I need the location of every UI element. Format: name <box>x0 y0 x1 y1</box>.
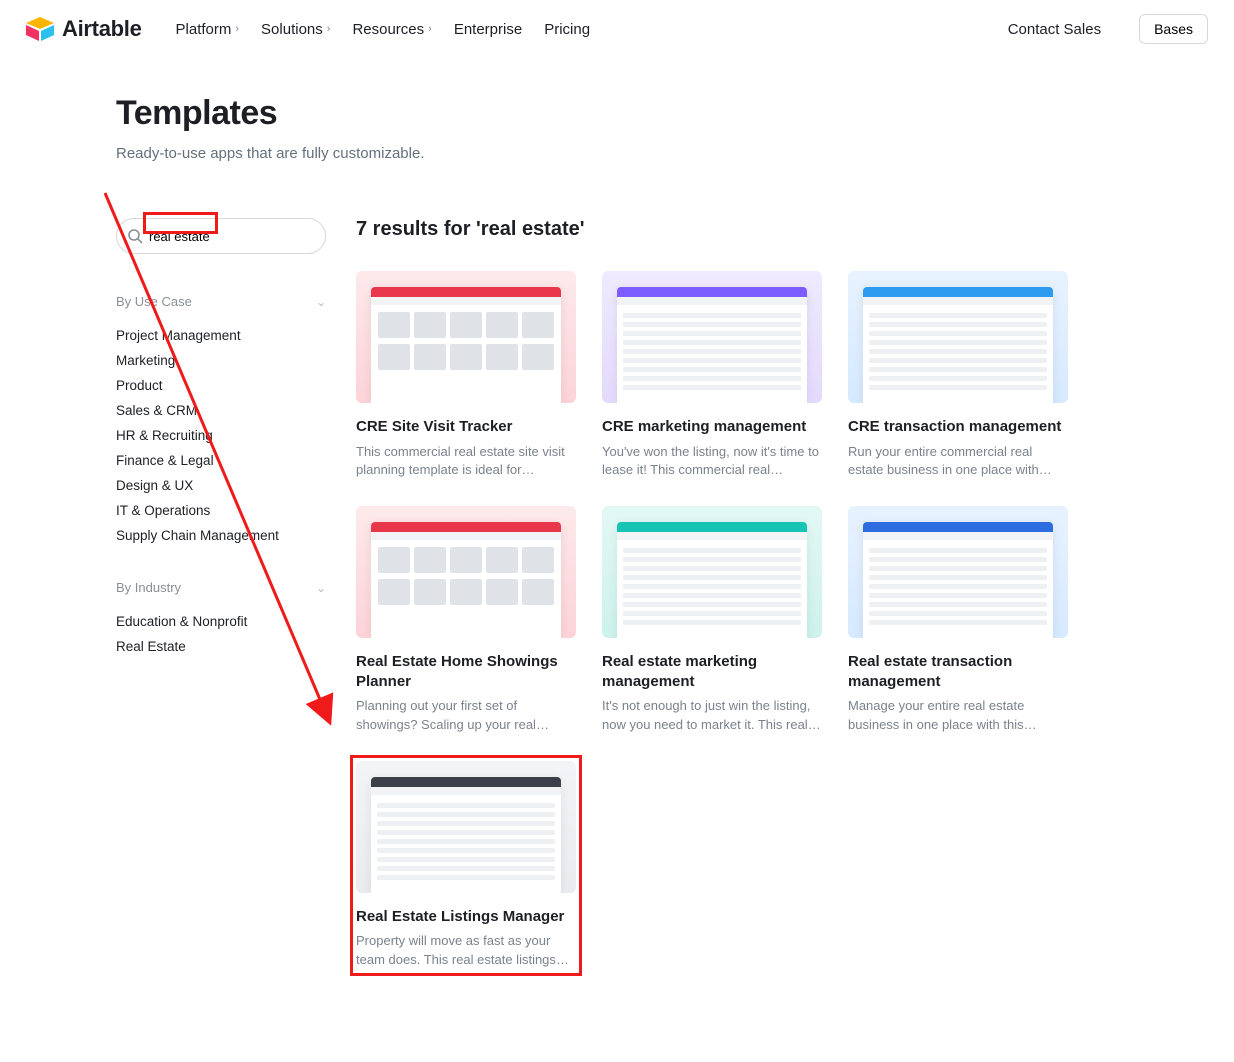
template-card-desc: It's not enough to just win the listing,… <box>602 697 822 735</box>
template-card-title: Real Estate Home Showings Planner <box>356 652 576 691</box>
template-card-title: CRE transaction management <box>848 417 1068 437</box>
chevron-right-icon: › <box>327 23 331 35</box>
template-thumbnail <box>356 761 576 893</box>
category-item[interactable]: Sales & CRM <box>116 398 326 423</box>
chevron-right-icon: › <box>428 23 432 35</box>
template-thumbnail <box>848 506 1068 638</box>
chevron-down-icon: ⌄ <box>316 581 326 595</box>
group-by-use-case[interactable]: By Use Case ⌄ <box>116 294 326 309</box>
category-item[interactable]: Product <box>116 373 326 398</box>
template-card[interactable]: Real Estate Home Showings Planner Plannin… <box>356 506 576 735</box>
template-card-desc: Manage your entire real estate business … <box>848 697 1068 735</box>
brand-name: Airtable <box>62 16 142 42</box>
template-card-desc: You've won the listing, now it's time to… <box>602 443 822 481</box>
template-card-title: Real Estate Listings Manager <box>356 907 576 927</box>
template-card-desc: Planning out your first set of showings?… <box>356 697 576 735</box>
bases-button[interactable]: Bases <box>1139 14 1208 44</box>
brand-logo[interactable]: Airtable <box>26 16 142 42</box>
contact-sales-link[interactable]: Contact Sales <box>1008 21 1101 38</box>
results-grid: CRE Site Visit Tracker This commercial re… <box>356 271 1234 970</box>
template-card[interactable]: Real Estate Listings Manager Property wil… <box>356 761 576 970</box>
airtable-logo-icon <box>26 17 54 41</box>
results-count: 7 results for 'real estate' <box>356 218 1234 241</box>
category-item[interactable]: IT & Operations <box>116 498 326 523</box>
template-card[interactable]: Real estate transaction management Manage… <box>848 506 1068 735</box>
template-card[interactable]: Real estate marketing management It's not… <box>602 506 822 735</box>
top-nav: Airtable Platform› Solutions› Resources›… <box>0 0 1234 58</box>
sidebar: By Use Case ⌄ Project ManagementMarketin… <box>116 218 326 691</box>
search-input[interactable] <box>149 229 313 244</box>
nav-platform[interactable]: Platform› <box>176 21 240 38</box>
results: 7 results for 'real estate' CRE Site Vis… <box>356 218 1234 970</box>
page-subtitle: Ready-to-use apps that are fully customi… <box>116 145 1234 162</box>
template-card-title: CRE Site Visit Tracker <box>356 417 576 437</box>
nav-solutions[interactable]: Solutions› <box>261 21 330 38</box>
chevron-right-icon: › <box>235 23 239 35</box>
category-item[interactable]: Real Estate <box>116 634 326 659</box>
nav-resources[interactable]: Resources› <box>352 21 431 38</box>
search-icon <box>127 228 143 244</box>
category-item[interactable]: Design & UX <box>116 473 326 498</box>
template-card-desc: Run your entire commercial real estate b… <box>848 443 1068 481</box>
template-card[interactable]: CRE Site Visit Tracker This commercial re… <box>356 271 576 480</box>
chevron-down-icon: ⌄ <box>316 295 326 309</box>
template-thumbnail <box>848 271 1068 403</box>
category-item[interactable]: Project Management <box>116 323 326 348</box>
category-item[interactable]: Finance & Legal <box>116 448 326 473</box>
template-card-desc: This commercial real estate site visit p… <box>356 443 576 481</box>
nav-links: Platform› Solutions› Resources› Enterpri… <box>176 21 591 38</box>
industry-list: Education & NonprofitReal Estate <box>116 609 326 659</box>
template-thumbnail <box>356 506 576 638</box>
use-case-list: Project ManagementMarketingProductSales … <box>116 323 326 548</box>
template-card-title: CRE marketing management <box>602 417 822 437</box>
template-card-desc: Property will move as fast as your team … <box>356 932 576 970</box>
nav-enterprise[interactable]: Enterprise <box>454 21 522 38</box>
template-card-title: Real estate transaction management <box>848 652 1068 691</box>
page: Templates Ready-to-use apps that are ful… <box>0 58 1234 1050</box>
nav-pricing[interactable]: Pricing <box>544 21 590 38</box>
template-card[interactable]: CRE transaction management Run your entir… <box>848 271 1068 480</box>
group-by-industry[interactable]: By Industry ⌄ <box>116 580 326 595</box>
template-card[interactable]: CRE marketing management You've won the l… <box>602 271 822 480</box>
page-title: Templates <box>116 94 1234 133</box>
category-item[interactable]: Marketing <box>116 348 326 373</box>
template-card-title: Real estate marketing management <box>602 652 822 691</box>
category-item[interactable]: Supply Chain Management <box>116 523 326 548</box>
category-item[interactable]: HR & Recruiting <box>116 423 326 448</box>
template-thumbnail <box>602 271 822 403</box>
search-wrap[interactable] <box>116 218 326 254</box>
template-thumbnail <box>356 271 576 403</box>
category-item[interactable]: Education & Nonprofit <box>116 609 326 634</box>
template-thumbnail <box>602 506 822 638</box>
